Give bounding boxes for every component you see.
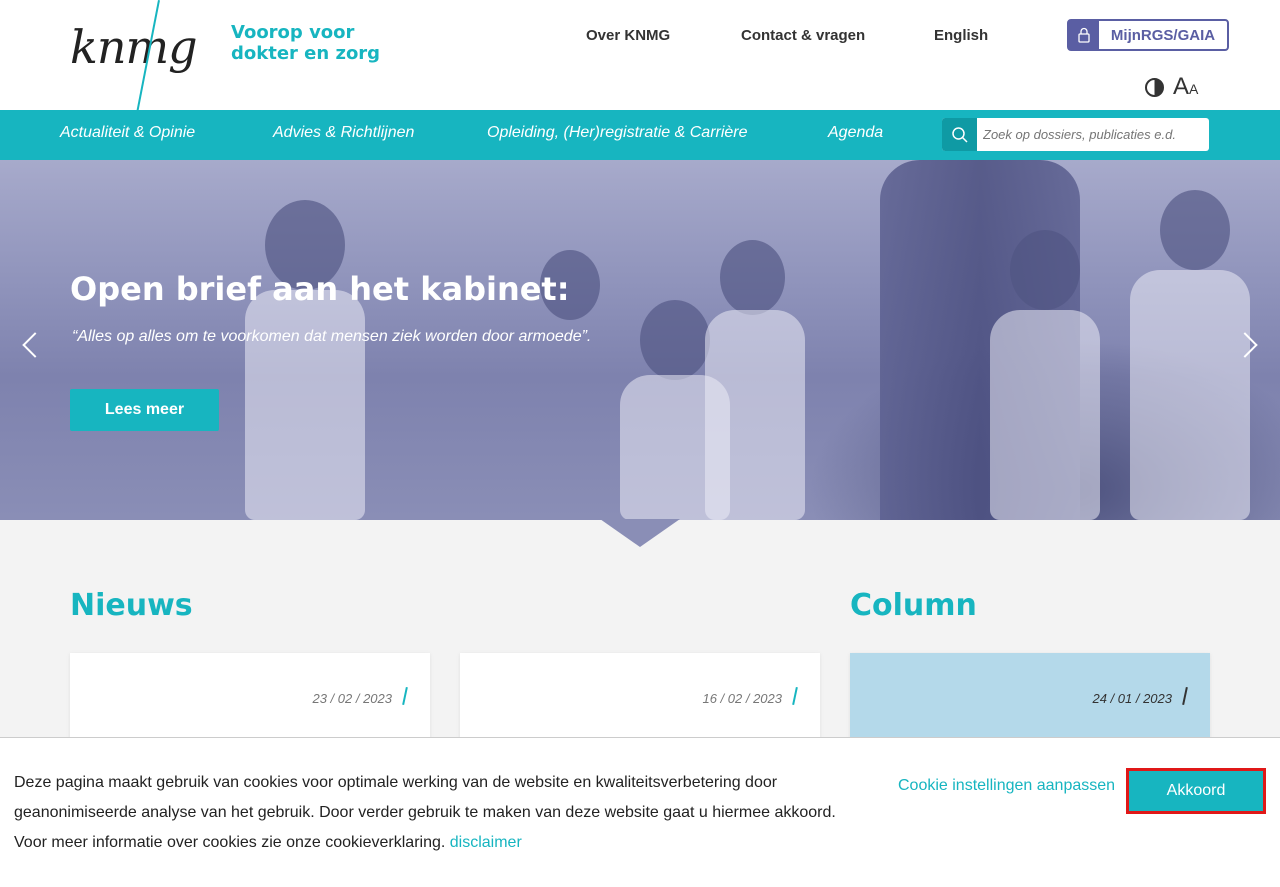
hero-image-child — [1010, 230, 1080, 310]
hero-banner: Open brief aan het kabinet: “Alles op al… — [0, 160, 1280, 520]
tagline-line2: dokter en zorg — [231, 43, 381, 64]
cookie-text: Deze pagina maakt gebruik van cookies vo… — [14, 774, 836, 851]
hero-image-child-body — [1130, 270, 1250, 520]
tagline-line1: Voorop voor — [231, 22, 355, 43]
tagline: Voorop voor dokter en zorg — [231, 22, 380, 64]
font-size-icon[interactable]: AA — [1173, 73, 1198, 101]
accept-cookies-button[interactable]: Akkoord — [1126, 768, 1266, 814]
login-label: MijnRGS/GAIA — [1110, 26, 1216, 44]
cookie-banner: Deze pagina maakt gebruik van cookies vo… — [0, 737, 1280, 887]
hero-image-child — [1160, 190, 1230, 270]
nav-actualiteit[interactable]: Actualiteit & Opinie — [60, 124, 195, 142]
search-input[interactable] — [977, 118, 1209, 151]
logo-wordmark: knmg — [70, 20, 198, 74]
cookie-text-block: Deze pagina maakt gebruik van cookies vo… — [14, 768, 864, 858]
font-size-small: A — [1189, 81, 1199, 97]
hero-image-child — [720, 240, 785, 315]
hero-image-child-body — [245, 290, 365, 520]
hero-subtitle: “Alles op alles om te voorkomen dat mens… — [72, 328, 592, 345]
column-heading: Column — [850, 588, 977, 623]
hero-image-child-body — [990, 310, 1100, 520]
nav-opleiding[interactable]: Opleiding, (Her)registratie & Carrière — [487, 124, 748, 142]
date-separator — [792, 686, 798, 706]
carousel-prev-icon[interactable] — [22, 332, 48, 358]
card-date: 16 / 02 / 2023 — [702, 691, 782, 706]
search-icon[interactable] — [942, 118, 977, 151]
link-contact[interactable]: Contact & vragen — [741, 27, 865, 44]
date-separator — [1182, 686, 1188, 706]
link-over-knmg[interactable]: Over KNMG — [586, 27, 670, 44]
nav-agenda[interactable]: Agenda — [828, 124, 883, 142]
card-date: 23 / 02 / 2023 — [312, 691, 392, 706]
lock-icon — [1069, 21, 1099, 49]
read-more-button[interactable]: Lees meer — [70, 389, 219, 431]
date-separator — [402, 686, 408, 706]
hero-title: Open brief aan het kabinet: — [70, 270, 570, 308]
login-button[interactable]: MijnRGS/GAIA — [1067, 19, 1229, 51]
news-heading: Nieuws — [70, 588, 193, 623]
font-size-large: A — [1173, 73, 1190, 100]
knmg-logo[interactable]: knmg — [70, 0, 210, 111]
card-date: 24 / 01 / 2023 — [1092, 691, 1172, 706]
search-box — [942, 118, 1209, 151]
contrast-icon[interactable] — [1145, 78, 1164, 97]
link-english[interactable]: English — [934, 27, 988, 44]
hero-image-child-body — [705, 310, 805, 520]
main-nav: Actualiteit & Opinie Advies & Richtlijne… — [0, 110, 1280, 160]
hero-notch — [600, 519, 680, 547]
site-header: knmg Voorop voor dokter en zorg Over KNM… — [0, 0, 1280, 111]
nav-advies[interactable]: Advies & Richtlijnen — [273, 124, 414, 142]
disclaimer-link[interactable]: disclaimer — [450, 834, 522, 851]
cookie-settings-link[interactable]: Cookie instellingen aanpassen — [898, 777, 1115, 795]
hero-image-child — [640, 300, 710, 380]
